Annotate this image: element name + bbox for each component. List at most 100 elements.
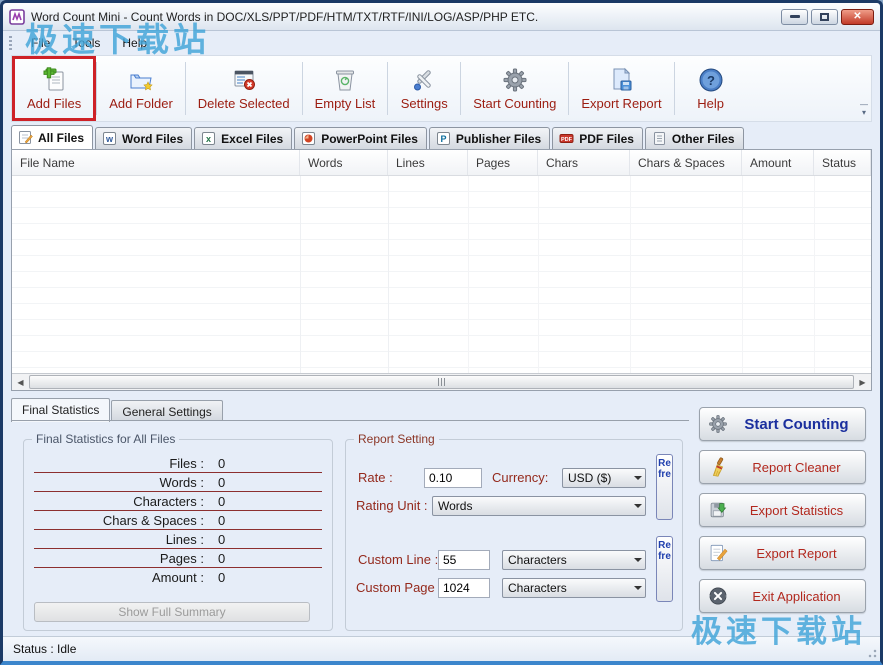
scrollbar-thumb[interactable] [29,375,854,389]
action-label: Exit Application [736,589,857,604]
exit-application-button[interactable]: Exit Application [699,579,866,613]
add-files-icon [41,67,67,93]
refresh-rate-button[interactable]: Refre [656,454,673,520]
custom-page-label: Custom Page : [356,580,442,595]
exit-icon [708,586,728,606]
close-button[interactable]: ✕ [841,9,874,25]
maximize-icon [820,13,829,21]
stat-label: Characters : [34,494,204,509]
stat-label: Files : [34,456,204,471]
report-setting-group: Report Setting Rate : Currency: USD ($) … [345,439,683,631]
scroll-right-arrow[interactable]: ▶ [854,374,871,390]
column-header-file-name[interactable]: File Name [12,150,300,175]
other-files-icon [652,131,667,146]
show-full-summary-button[interactable]: Show Full Summary [34,602,310,622]
custom-page-unit-value: Characters [503,581,631,595]
column-header-amount[interactable]: Amount [742,150,814,175]
excel-icon: x [201,131,216,146]
toolbar-button-label: Settings [401,96,448,111]
tab-final-statistics[interactable]: Final Statistics [11,398,110,422]
custom-line-input[interactable] [438,550,490,570]
gear-icon [502,67,528,93]
action-label: Export Statistics [736,503,857,518]
column-header-words[interactable]: Words [300,150,388,175]
toolbar: Add Files Add Folder Delete Selected [11,55,872,122]
resize-grip[interactable] [867,648,877,658]
stat-row-files: Files : 0 [34,454,322,473]
stat-value: 0 [218,570,225,585]
start-counting-toolbar-button[interactable]: Start Counting [461,56,568,121]
minimize-button[interactable] [781,9,808,25]
bottom-panel: Final Statistics General Settings Final … [11,397,872,630]
stat-label: Lines : [34,532,204,547]
custom-page-unit-select[interactable]: Characters [502,578,646,598]
menu-file[interactable]: File [20,33,61,53]
empty-list-button[interactable]: Empty List [303,56,388,121]
toolbar-overflow-chevron[interactable]: —▾ [860,101,868,117]
stat-value: 0 [218,513,225,528]
file-list-body[interactable] [12,176,871,373]
export-report-toolbar-button[interactable]: Export Report [569,56,673,121]
delete-selected-button[interactable]: Delete Selected [186,56,302,121]
tab-excel-files[interactable]: x Excel Files [194,127,292,149]
settings-icon [411,67,437,93]
toolbar-button-label: Empty List [315,96,376,111]
rating-unit-select[interactable]: Words [432,496,646,516]
app-window: Word Count Mini - Count Words in DOC/XLS… [0,0,883,665]
tab-pdf-files[interactable]: PDF PDF Files [552,127,643,149]
svg-text:PDF: PDF [561,137,573,143]
custom-line-unit-select[interactable]: Characters [502,550,646,570]
tab-label: All Files [38,131,84,145]
column-header-chars[interactable]: Chars [538,150,630,175]
refresh-custom-button[interactable]: Refre [656,536,673,602]
file-list: File Name Words Lines Pages Chars Chars … [11,149,872,391]
action-label: Export Report [736,546,857,561]
stat-label: Chars & Spaces : [34,513,204,528]
toolbar-button-label: Help [697,96,724,111]
help-button[interactable]: ? Help [675,56,747,121]
start-counting-button[interactable]: Start Counting [699,407,866,441]
svg-text:w: w [105,134,114,144]
currency-label: Currency: [492,470,548,485]
column-header-chars-spaces[interactable]: Chars & Spaces [630,150,742,175]
minimize-icon [790,15,800,18]
menu-bar: File Tools Help [3,31,880,54]
tab-word-files[interactable]: w Word Files [95,127,192,149]
tab-all-files[interactable]: All Files [11,125,93,150]
add-files-button[interactable]: Add Files [12,56,96,121]
status-bar: Status : Idle [3,636,880,661]
settings-tab-control: Final Statistics General Settings Final … [11,397,689,630]
tab-label: PowerPoint Files [321,132,418,146]
export-statistics-icon [708,500,728,520]
report-cleaner-button[interactable]: Report Cleaner [699,450,866,484]
rating-unit-value: Words [433,499,631,513]
tab-other-files[interactable]: Other Files [645,127,744,149]
maximize-button[interactable] [811,9,838,25]
add-folder-button[interactable]: Add Folder [97,56,185,121]
gear-icon [708,414,728,434]
tab-powerpoint-files[interactable]: PowerPoint Files [294,127,427,149]
stat-label: Pages : [34,551,204,566]
menu-help[interactable]: Help [111,33,158,53]
settings-button[interactable]: Settings [388,56,460,121]
currency-select[interactable]: USD ($) [562,468,646,488]
chevron-down-icon [631,472,645,484]
rating-unit-label: Rating Unit : [356,498,428,513]
scroll-left-arrow[interactable]: ◀ [12,374,29,390]
export-report-button[interactable]: Export Report [699,536,866,570]
column-header-pages[interactable]: Pages [468,150,538,175]
tab-publisher-files[interactable]: P Publisher Files [429,127,550,149]
tab-general-settings[interactable]: General Settings [111,400,222,421]
export-statistics-button[interactable]: Export Statistics [699,493,866,527]
custom-line-label: Custom Line : [358,552,438,567]
horizontal-scrollbar[interactable]: ◀ ▶ [12,373,871,390]
rate-input[interactable] [424,468,482,488]
stat-label: Words : [34,475,204,490]
tab-label: Word Files [122,132,183,146]
menu-tools[interactable]: Tools [61,33,111,53]
stat-row-lines: Lines : 0 [34,530,322,549]
column-header-status[interactable]: Status [814,150,871,175]
column-header-lines[interactable]: Lines [388,150,468,175]
stat-value: 0 [218,532,225,547]
custom-page-input[interactable] [438,578,490,598]
